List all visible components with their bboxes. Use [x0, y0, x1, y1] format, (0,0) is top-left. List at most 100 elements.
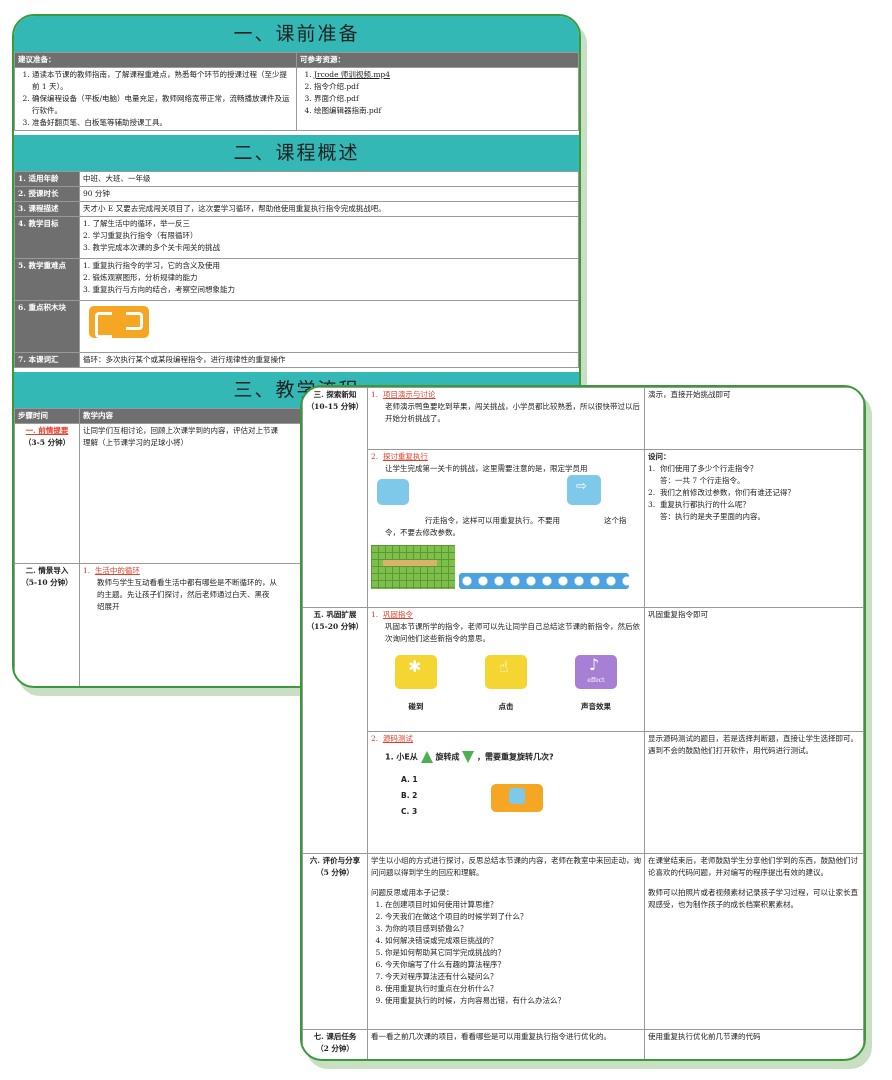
reflection-question: 今天我们在做这个项目的时候学到了什么？	[385, 911, 641, 923]
reflection-question: 为你的项目感到骄傲么？	[385, 923, 641, 935]
section-title-prep: 一、课前准备	[14, 16, 579, 52]
reflection-question: 在创建项目时如何使用计算思维？	[385, 899, 641, 911]
flow-item-title: 1. 项目演示与讨论	[371, 390, 436, 399]
reflection-list: 在创建项目时如何使用计算思维？ 今天我们在做这个项目的时候学到了什么？ 为你的项…	[371, 899, 641, 1007]
overview-value: 90 分钟	[79, 186, 579, 202]
flow-content-cell: 1. 项目演示与讨论 老师演示鸭鱼要吃到苹果，闯关挑战，小学员都比较熟悉，所以很…	[367, 387, 645, 450]
flow-item-title: 1. 巩固指令	[371, 610, 413, 619]
flow-step-cell: 六. 评价与分享 （5 分钟）	[302, 853, 368, 1030]
flow-item-title: 2. 探讨重复执行	[371, 452, 428, 461]
note-line: 答：执行的是夹子里面的内容。	[660, 512, 765, 521]
step-time: （15-20 分钟）	[306, 622, 364, 631]
overview-label: 5. 教学重难点	[14, 258, 80, 301]
arrow-down-icon	[462, 751, 475, 763]
note-line: 答：一共 7 个行走指令。	[660, 476, 745, 485]
overview-value: 天才小 E 又要去完成闯关项目了，这次要学习循环，帮助他使用重复执行指令完成挑战…	[79, 201, 579, 217]
key-block-cell	[79, 300, 579, 353]
overview-value: 1. 了解生活中的循环，举一反三 2. 学习重复执行指令（有限循环） 3. 教学…	[79, 216, 579, 259]
goal-line: 1. 了解生活中的循环，举一反三	[83, 219, 191, 228]
overview-table: 1. 适用年龄 中班、大班、一年级 2. 授课时长 90 分钟 3. 课程描述 …	[14, 171, 579, 368]
overview-value: 1. 重复执行指令的学习，它的含义及使用 2. 锻炼观察图形，分析规律的能力 3…	[79, 258, 579, 301]
block-card: ♪ effect 声音效果	[566, 655, 626, 713]
flow-content-cell: 2. 探讨重复执行 让学生完成第一关卡的挑战，这里需要注意的是，限定学员用 ⇨ …	[367, 449, 645, 608]
goal-line: 3. 教学完成本次课的多个关卡闯关的挑战	[83, 243, 221, 252]
difficulty-line: 1. 重复执行指令的学习，它的含义及使用	[83, 261, 221, 270]
difficulty-line: 3. 重复执行与方向的结合，考察空间想象能力	[83, 285, 236, 294]
repeat-block-icon	[89, 306, 149, 338]
overview-label: 3. 课程描述	[14, 201, 80, 217]
note-title: 设问：	[648, 452, 671, 461]
new-blocks-row: ✱ 碰到 ☝ 点击 ♪ effect 声音效果	[371, 655, 641, 713]
flow-content-cell: 学生以小组的方式进行探讨，反思总结本节课的内容，老师在教室中来回走动，询问问题以…	[367, 853, 645, 1030]
prep-left-cell: 通读本节课的教师指南，了解课程重难点，熟悉每个环节的授课过程（至少提前 1 天）…	[14, 67, 297, 131]
flow-note-cell: 巩固重复指令即可	[644, 607, 864, 732]
step-name: 三. 探索新知	[313, 390, 357, 399]
flow-content-cell: 1. 巩固指令 巩固本节课所学的指令，老师可以先让同学自己总结这节课的新指令，然…	[367, 607, 645, 732]
block-illustration-row: ⇨	[371, 475, 641, 515]
flow-item-title: 2. 源码测试	[371, 734, 413, 743]
quiz-option[interactable]: A. 1	[401, 772, 491, 788]
overview-value: 中班、大班、一年级	[79, 171, 579, 187]
note-line: 在课堂结束后，老师鼓励学生分享他们学到的东西，鼓励他们讨论喜欢的代码问题，并对编…	[648, 856, 858, 877]
reflection-question: 你是如何帮助其它同学完成挑战的？	[385, 947, 641, 959]
prep-item: 通读本节课的教师指南，了解课程重难点，熟悉每个环节的授课过程（至少提前 1 天）…	[32, 69, 293, 93]
overview-label: 1. 适用年龄	[14, 171, 80, 187]
flow-note-cell: 设问： 1. 你们使用了多少个行走指令？ 答：一共 7 个行走指令。 2. 我们…	[644, 449, 864, 608]
step-time: （5-10 分钟）	[21, 578, 73, 587]
difficulty-line: 2. 锻炼观察图形，分析规律的能力	[83, 273, 198, 282]
prep-right-header: 可参考资源：	[296, 52, 579, 68]
flow-header-step: 步骤时间	[14, 408, 80, 424]
reflection-question: 今天对程序算法还有什么疑问么？	[385, 971, 641, 983]
overview-label: 2. 授课时长	[14, 186, 80, 202]
tap-icon: ☝	[485, 655, 527, 689]
prep-right-cell: Jrcode 师训视频.mp4 指令介绍.pdf 界面介绍.pdf 绘图编辑器指…	[296, 67, 579, 131]
flow-table-front: 三. 探索新知 （10-15 分钟） 1. 项目演示与讨论 老师演示鸭鱼要吃到苹…	[302, 387, 864, 1059]
block-label: 点击	[498, 702, 514, 711]
note-line: 2. 我们之前修改过参数，你们有谁还记得？	[648, 488, 795, 497]
step-name: 五. 巩固扩展	[313, 610, 357, 619]
step-time: （3-5 分钟）	[23, 438, 71, 447]
flow-content-cell: 看一看之前几次课的项目，看看哪些是可以用重复执行指令进行优化的。	[367, 1029, 645, 1059]
level-map-image	[371, 545, 641, 589]
resource-link[interactable]: Jrcode 师训视频.mp4	[314, 69, 575, 81]
reflection-question: 如何解决错误或完成艰巨挑战的？	[385, 935, 641, 947]
walk-block-icon	[377, 479, 409, 505]
overview-label: 7. 本课词汇	[14, 352, 80, 368]
question-intro: 问题反思或用本子记录：	[371, 888, 454, 897]
reflection-question: 使用重复执行时重点在分析什么？	[385, 983, 641, 995]
step-name: 七. 课后任务	[313, 1032, 357, 1041]
block-label: 声音效果	[581, 702, 611, 711]
quiz-question: 1. 小E从 旋转成 ，需要重复旋转几次?	[385, 751, 554, 763]
flow-step-cell: 二. 情景导入 （5-10 分钟）	[14, 563, 80, 686]
step-name: 一. 前情提要	[25, 426, 69, 435]
game-grid	[371, 545, 455, 589]
runner-icon: ✱	[395, 655, 437, 689]
resource-item: 绘图编辑器指南.pdf	[314, 105, 575, 117]
step-name: 二. 情景导入	[25, 566, 69, 575]
resource-item: 指令介绍.pdf	[314, 81, 575, 93]
step-name: 六. 评价与分享	[309, 856, 361, 865]
quiz-option[interactable]: C. 3	[401, 804, 491, 820]
block-card: ☝ 点击	[476, 655, 536, 713]
block-card: ✱ 碰到	[386, 655, 446, 713]
walk-param-block-icon: ⇨	[567, 475, 601, 505]
turn-repeat-block-icon	[491, 783, 543, 812]
note-line: 3. 重复执行都执行的什么呢？	[648, 500, 750, 509]
quiz-option[interactable]: B. 2	[401, 788, 491, 804]
overview-label: 4. 教学目标	[14, 216, 80, 259]
reflection-question: 今天你编写了什么有趣的算法程序？	[385, 959, 641, 971]
note-line: 教师可以拍照片或者视频素材记录孩子学习过程，可以让家长直观感受，也为制作孩子的成…	[648, 888, 858, 909]
flow-step-cell: 三. 探索新知 （10-15 分钟）	[302, 387, 368, 608]
flow-note-cell: 显示源码测试的题目，若是选择判断题，直接让学生选择即可。遇到不会的鼓励他们打开软…	[644, 731, 864, 854]
flow-text: 巩固本节课所学的指令，老师可以先让同学自己总结这节课的新指令，然后依次询问他们这…	[385, 622, 640, 643]
flow-step-cell: 五. 巩固扩展 （15-20 分钟）	[302, 607, 368, 854]
block-label: 碰到	[408, 702, 424, 711]
note-line: 1. 你们使用了多少个行走指令？	[648, 464, 758, 473]
flow-text: 让学生完成第一关卡的挑战，这里需要注意的是，限定学员用	[385, 464, 588, 473]
prep-table: 建议准备： 可参考资源： 通读本节课的教师指南，了解课程重难点，熟悉每个环节的授…	[14, 52, 579, 131]
overview-label: 6. 重点积木块	[14, 300, 80, 353]
flow-note-cell: 使用重复执行优化前几节课的代码	[644, 1029, 864, 1059]
step-time: （2 分钟）	[316, 1044, 354, 1053]
section-title-overview: 二、课程概述	[14, 135, 579, 171]
repeat-block-strip	[459, 573, 629, 589]
